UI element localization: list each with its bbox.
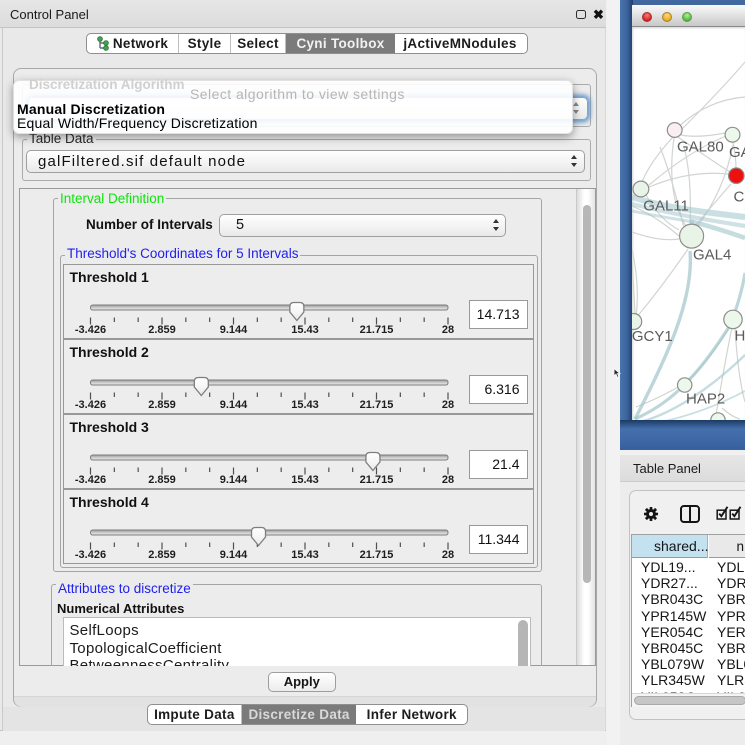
svg-text:GAL11: GAL11 <box>643 198 689 215</box>
svg-text:H: H <box>735 328 745 345</box>
svg-text:15.43: 15.43 <box>291 474 319 486</box>
svg-text:21.715: 21.715 <box>359 324 393 336</box>
svg-text:15.43: 15.43 <box>291 549 319 561</box>
svg-text:28: 28 <box>441 549 453 561</box>
svg-text:C: C <box>734 189 745 206</box>
svg-text:GCY1: GCY1 <box>632 328 673 345</box>
svg-text:21.715: 21.715 <box>359 474 393 486</box>
svg-text:-3.426: -3.426 <box>74 549 105 561</box>
svg-text:9.144: 9.144 <box>219 549 247 561</box>
svg-text:28: 28 <box>441 474 453 486</box>
svg-text:-3.426: -3.426 <box>74 399 105 411</box>
svg-text:HAP2: HAP2 <box>686 391 725 408</box>
svg-text:2.859: 2.859 <box>148 549 176 561</box>
svg-text:GAL4: GAL4 <box>693 247 731 264</box>
svg-text:21.715: 21.715 <box>359 549 393 561</box>
svg-text:2.859: 2.859 <box>148 399 176 411</box>
svg-text:GA: GA <box>729 144 745 161</box>
svg-text:-3.426: -3.426 <box>74 474 105 486</box>
svg-text:2.859: 2.859 <box>148 474 176 486</box>
svg-text:9.144: 9.144 <box>219 324 247 336</box>
svg-text:15.43: 15.43 <box>291 324 319 336</box>
svg-text:28: 28 <box>441 324 453 336</box>
svg-text:9.144: 9.144 <box>219 399 247 411</box>
svg-text:28: 28 <box>441 399 453 411</box>
svg-text:9.144: 9.144 <box>219 474 247 486</box>
svg-text:GAL80: GAL80 <box>677 139 724 156</box>
svg-text:2.859: 2.859 <box>148 324 176 336</box>
svg-text:-3.426: -3.426 <box>74 324 105 336</box>
svg-text:21.715: 21.715 <box>359 399 393 411</box>
svg-text:15.43: 15.43 <box>291 399 319 411</box>
